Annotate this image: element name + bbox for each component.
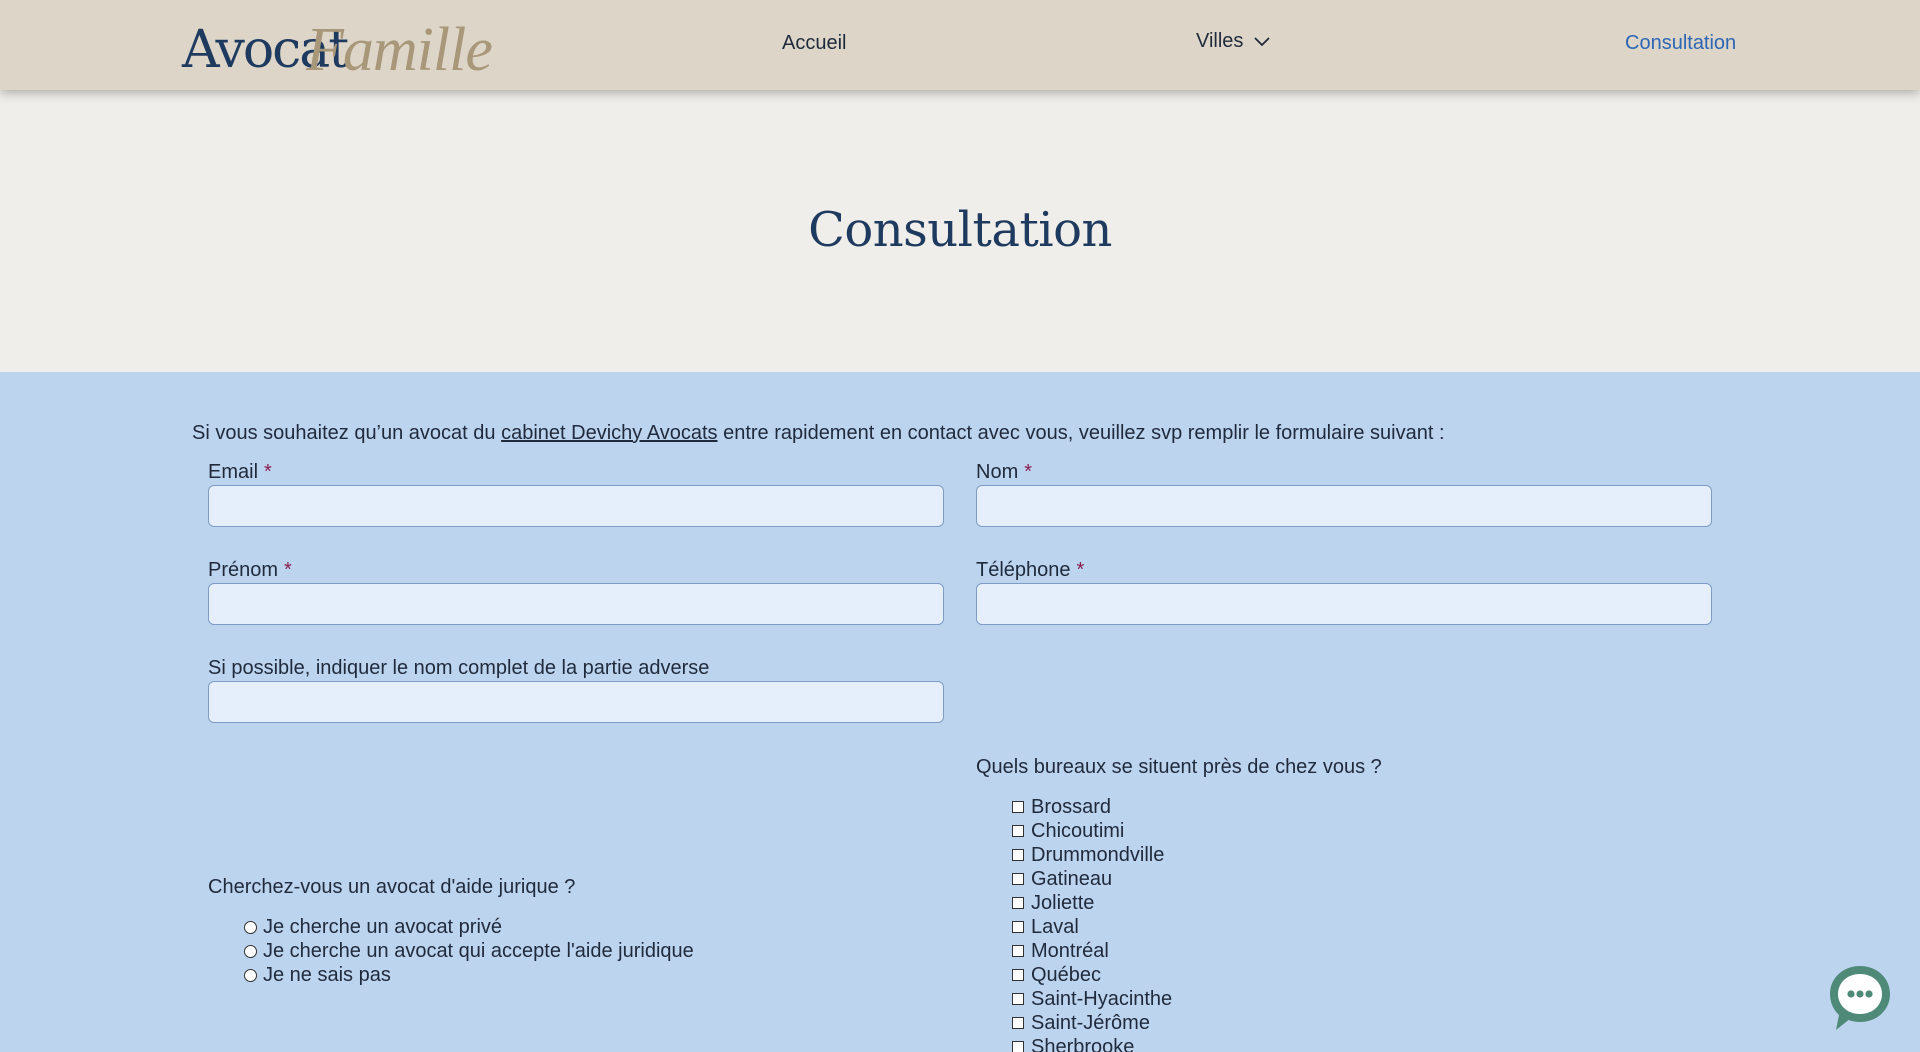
telephone-label-text: Téléphone — [976, 559, 1071, 581]
aide-option[interactable]: Je cherche un avocat privé — [244, 915, 694, 939]
bureau-option-label: Drummondville — [1031, 843, 1165, 866]
form-intro: Si vous souhaitez qu’un avocat du cabine… — [192, 420, 1445, 446]
nav-consultation[interactable]: Consultation — [1625, 30, 1736, 56]
radio-button[interactable] — [244, 968, 257, 982]
required-mark: * — [284, 559, 292, 581]
chat-widget-button[interactable] — [1828, 964, 1892, 1032]
aide-option[interactable]: Je ne sais pas — [244, 963, 694, 987]
checkbox[interactable] — [1012, 945, 1024, 957]
aide-juridique-label: Cherchez-vous un avocat d'aide jurique ? — [208, 876, 576, 898]
aide-option-label: Je cherche un avocat qui accepte l'aide … — [263, 939, 694, 962]
telephone-label: Téléphone * — [976, 557, 1084, 583]
checkbox[interactable] — [1012, 849, 1024, 861]
bureau-option[interactable]: Saint-Jérôme — [1012, 1011, 1172, 1035]
intro-text-after: entre rapidement en contact avec vous, v… — [717, 422, 1445, 444]
aide-option-label: Je ne sais pas — [263, 963, 391, 986]
adverse-name-field[interactable] — [208, 681, 944, 723]
nom-label: Nom * — [976, 459, 1032, 485]
bureau-option-label: Québec — [1031, 963, 1102, 986]
bureau-option[interactable]: Québec — [1012, 963, 1172, 987]
checkbox[interactable] — [1012, 993, 1024, 1005]
checkbox[interactable] — [1012, 873, 1024, 885]
bureau-option-label: Gatineau — [1031, 867, 1113, 890]
bureau-option[interactable]: Laval — [1012, 915, 1172, 939]
bureau-option-label: Sherbrooke — [1031, 1035, 1135, 1052]
checkbox[interactable] — [1012, 825, 1024, 837]
telephone-field[interactable] — [976, 583, 1712, 625]
bureaux-checkbox-list: Brossard Chicoutimi Drummondville Gatine… — [1012, 795, 1172, 1052]
hero-banner: Consultation — [0, 90, 1920, 372]
site-logo[interactable]: Avocat Famille — [182, 8, 493, 84]
chat-bubble-icon — [1830, 966, 1890, 1030]
nav-accueil[interactable]: Accueil — [782, 30, 846, 56]
prenom-label: Prénom * — [208, 557, 292, 583]
devichy-link[interactable]: cabinet Devichy Avocats — [501, 422, 717, 444]
email-field[interactable] — [208, 485, 944, 527]
checkbox[interactable] — [1012, 1017, 1024, 1029]
nav-villes-label: Villes — [1196, 30, 1244, 52]
bureau-option-label: Chicoutimi — [1031, 819, 1125, 842]
checkbox[interactable] — [1012, 801, 1024, 813]
required-mark: * — [264, 461, 272, 483]
bureau-option[interactable]: Montréal — [1012, 939, 1172, 963]
site-header: Avocat Famille Accueil Villes Consultati… — [0, 0, 1920, 90]
bureau-option[interactable]: Joliette — [1012, 891, 1172, 915]
radio-button[interactable] — [244, 920, 257, 934]
chevron-down-icon — [1254, 37, 1271, 47]
prenom-label-text: Prénom — [208, 559, 279, 581]
adverse-label: Si possible, indiquer le nom complet de … — [208, 657, 710, 679]
bureau-option[interactable]: Brossard — [1012, 795, 1172, 819]
intro-text-before: Si vous souhaitez qu’un avocat du — [192, 422, 502, 444]
prenom-field[interactable] — [208, 583, 944, 625]
logo-famille-text: Famille — [306, 16, 493, 84]
nav-villes-dropdown[interactable]: Villes — [1196, 28, 1271, 54]
aide-juridique-radio-group: Je cherche un avocat privé Je cherche un… — [244, 915, 694, 987]
checkbox[interactable] — [1012, 897, 1024, 909]
bureau-option-label: Laval — [1031, 915, 1079, 938]
bureaux-label: Quels bureaux se situent près de chez vo… — [976, 756, 1382, 778]
email-label: Email * — [208, 459, 272, 485]
radio-button[interactable] — [244, 944, 257, 958]
bureau-option-label: Saint-Hyacinthe — [1031, 987, 1173, 1010]
bureau-option[interactable]: Sherbrooke — [1012, 1035, 1172, 1052]
checkbox[interactable] — [1012, 1041, 1024, 1052]
bureau-option[interactable]: Drummondville — [1012, 843, 1172, 867]
aide-option[interactable]: Je cherche un avocat qui accepte l'aide … — [244, 939, 694, 963]
bureau-option-label: Joliette — [1031, 891, 1095, 914]
bureau-option-label: Montréal — [1031, 939, 1109, 962]
nom-field[interactable] — [976, 485, 1712, 527]
required-mark: * — [1024, 461, 1033, 483]
checkbox[interactable] — [1012, 921, 1024, 933]
email-label-text: Email — [208, 461, 259, 483]
bureau-option-label: Brossard — [1031, 795, 1112, 818]
aide-option-label: Je cherche un avocat privé — [263, 915, 503, 938]
page-title: Consultation — [808, 202, 1112, 258]
bureau-option-label: Saint-Jérôme — [1031, 1011, 1150, 1034]
nom-label-text: Nom — [976, 461, 1019, 483]
required-mark: * — [1076, 559, 1085, 581]
bureau-option[interactable]: Gatineau — [1012, 867, 1172, 891]
bureau-option[interactable]: Chicoutimi — [1012, 819, 1172, 843]
checkbox[interactable] — [1012, 969, 1024, 981]
bureau-option[interactable]: Saint-Hyacinthe — [1012, 987, 1172, 1011]
